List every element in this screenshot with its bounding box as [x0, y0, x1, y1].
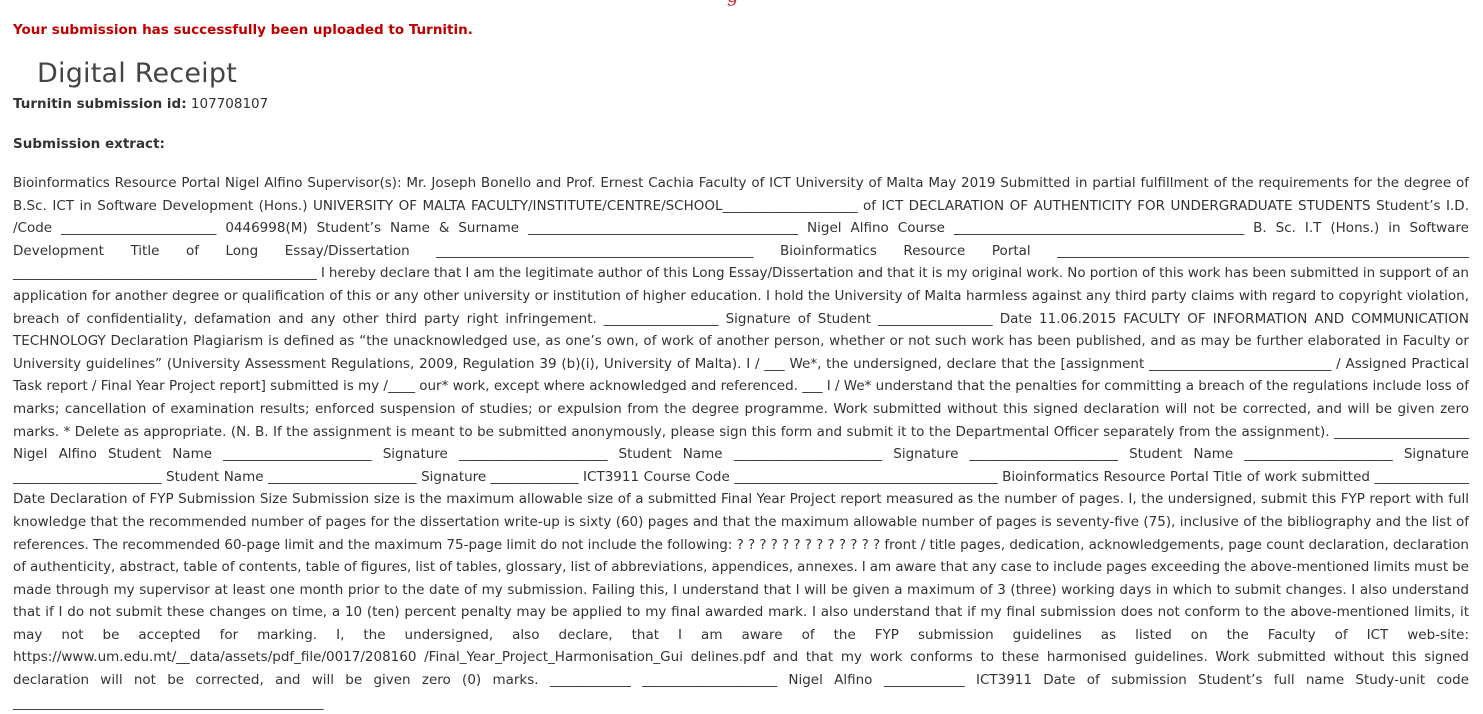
submission-id-value: 107708107: [190, 96, 269, 112]
upload-success-message: Your submission has successfully been up…: [13, 22, 473, 38]
submission-id-label: Turnitin submission id:: [13, 96, 187, 112]
page-heading-fragment: g: [727, 0, 739, 7]
submission-extract-text: Bioinformatics Resource Portal Nigel Alf…: [13, 175, 1469, 711]
submission-id-row: Turnitin submission id: 107708107: [13, 96, 268, 112]
submission-extract-label: Submission extract:: [13, 136, 165, 152]
digital-receipt-title: Digital Receipt: [37, 58, 237, 89]
